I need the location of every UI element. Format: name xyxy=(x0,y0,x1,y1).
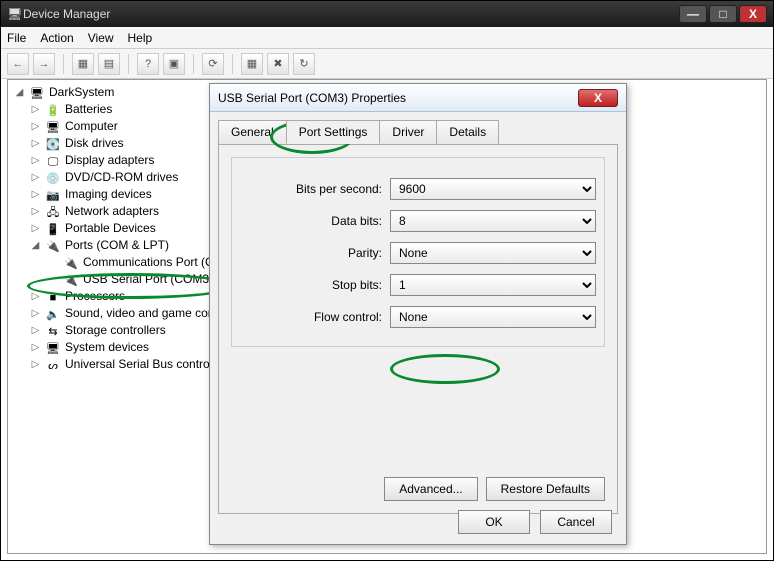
tab-general[interactable]: General xyxy=(218,120,287,144)
expand-icon[interactable]: ▷ xyxy=(30,138,41,149)
display-icon: 🖵 xyxy=(45,154,61,168)
storage-icon: ⇆ xyxy=(45,324,61,338)
expand-icon[interactable]: ▷ xyxy=(30,342,41,353)
separator xyxy=(63,54,64,74)
expand-icon[interactable]: ▷ xyxy=(30,104,41,115)
data-bits-label: Data bits: xyxy=(240,214,390,228)
expand-icon[interactable]: ▷ xyxy=(30,325,41,336)
port-icon: 🔌 xyxy=(63,273,79,287)
properties-dialog: USB Serial Port (COM3) Properties X Gene… xyxy=(209,83,627,545)
app-icon: 🖥 xyxy=(7,7,23,21)
disable-button[interactable]: ✖ xyxy=(267,53,289,75)
expand-icon[interactable]: ▷ xyxy=(30,189,41,200)
window-controls: — □ X xyxy=(679,5,767,23)
expand-icon[interactable]: ▷ xyxy=(30,121,41,132)
close-button[interactable]: X xyxy=(739,5,767,23)
data-bits-select[interactable]: 8 xyxy=(390,210,596,232)
dialog-footer: OK Cancel xyxy=(458,510,612,534)
enable-button[interactable]: ▦ xyxy=(241,53,263,75)
parity-label: Parity: xyxy=(240,246,390,260)
port-icon: 🔌 xyxy=(45,239,61,253)
expand-icon[interactable]: ▷ xyxy=(30,308,41,319)
network-icon: 🖧 xyxy=(45,205,61,219)
speaker-icon: 🔈 xyxy=(45,307,61,321)
tab-panel: Bits per second: 9600 Data bits: 8 Parit… xyxy=(218,144,618,514)
dialog-title: USB Serial Port (COM3) Properties xyxy=(218,91,578,105)
titlebar[interactable]: 🖥 Device Manager — □ X xyxy=(1,1,773,27)
pc-icon: 🖥 xyxy=(45,120,61,134)
cpu-icon: ■ xyxy=(45,290,61,304)
dialog-tabs: General Port Settings Driver Details xyxy=(218,120,618,144)
dialog-titlebar[interactable]: USB Serial Port (COM3) Properties X xyxy=(210,84,626,112)
menu-view[interactable]: View xyxy=(88,31,114,45)
menu-file[interactable]: File xyxy=(7,31,26,45)
dialog-close-button[interactable]: X xyxy=(578,89,618,107)
expand-icon[interactable]: ▷ xyxy=(30,206,41,217)
forward-button[interactable]: → xyxy=(33,53,55,75)
tree-root-label: DarkSystem xyxy=(49,84,114,101)
bits-per-second-label: Bits per second: xyxy=(240,182,390,196)
usb-icon: ᔕ xyxy=(45,358,61,372)
flow-control-select[interactable]: None xyxy=(390,306,596,328)
menu-help[interactable]: Help xyxy=(128,31,153,45)
field-stop-bits: Stop bits: 1 xyxy=(240,274,596,296)
parity-select[interactable]: None xyxy=(390,242,596,264)
system-icon: 🖥 xyxy=(45,341,61,355)
collapse-icon[interactable]: ◢ xyxy=(30,240,41,251)
window-title: Device Manager xyxy=(23,7,679,21)
show-hidden-button[interactable]: ▦ xyxy=(72,53,94,75)
port-icon: 🔌 xyxy=(63,256,79,270)
device-manager-window: 🖥 Device Manager — □ X File Action View … xyxy=(0,0,774,561)
scan-button[interactable]: ⟳ xyxy=(202,53,224,75)
computer-icon: 🖥 xyxy=(29,86,45,100)
field-data-bits: Data bits: 8 xyxy=(240,210,596,232)
field-parity: Parity: None xyxy=(240,242,596,264)
tab-details[interactable]: Details xyxy=(436,120,499,144)
separator xyxy=(232,54,233,74)
cancel-button[interactable]: Cancel xyxy=(540,510,612,534)
toolbar: ← → ▦ ▤ ? ▣ ⟳ ▦ ✖ ↻ xyxy=(1,49,773,79)
details-button[interactable]: ▣ xyxy=(163,53,185,75)
disk-icon: 💽 xyxy=(45,137,61,151)
menubar: File Action View Help xyxy=(1,27,773,49)
collapse-icon[interactable]: ◢ xyxy=(14,87,25,98)
properties-button[interactable]: ▤ xyxy=(98,53,120,75)
portable-icon: 📱 xyxy=(45,222,61,236)
stop-bits-label: Stop bits: xyxy=(240,278,390,292)
advanced-button[interactable]: Advanced... xyxy=(384,477,477,501)
battery-icon: 🔋 xyxy=(45,103,61,117)
panel-button-row: Advanced... Restore Defaults xyxy=(384,477,605,501)
separator xyxy=(128,54,129,74)
camera-icon: 📷 xyxy=(45,188,61,202)
expand-icon[interactable]: ▷ xyxy=(30,359,41,370)
stop-bits-select[interactable]: 1 xyxy=(390,274,596,296)
help-button[interactable]: ? xyxy=(137,53,159,75)
separator xyxy=(193,54,194,74)
ok-button[interactable]: OK xyxy=(458,510,530,534)
update-button[interactable]: ↻ xyxy=(293,53,315,75)
expand-icon[interactable]: ▷ xyxy=(30,155,41,166)
tab-driver[interactable]: Driver xyxy=(379,120,437,144)
back-button[interactable]: ← xyxy=(7,53,29,75)
dvd-icon: 💿 xyxy=(45,171,61,185)
expand-icon[interactable]: ▷ xyxy=(30,291,41,302)
minimize-button[interactable]: — xyxy=(679,5,707,23)
expand-icon[interactable]: ▷ xyxy=(30,172,41,183)
maximize-button[interactable]: □ xyxy=(709,5,737,23)
menu-action[interactable]: Action xyxy=(40,31,73,45)
bits-per-second-select[interactable]: 9600 xyxy=(390,178,596,200)
tab-port-settings[interactable]: Port Settings xyxy=(286,120,381,144)
expand-icon[interactable]: ▷ xyxy=(30,223,41,234)
flow-control-label: Flow control: xyxy=(240,310,390,324)
field-bits-per-second: Bits per second: 9600 xyxy=(240,178,596,200)
restore-defaults-button[interactable]: Restore Defaults xyxy=(486,477,605,501)
field-flow-control: Flow control: None xyxy=(240,306,596,328)
settings-group: Bits per second: 9600 Data bits: 8 Parit… xyxy=(231,157,605,347)
